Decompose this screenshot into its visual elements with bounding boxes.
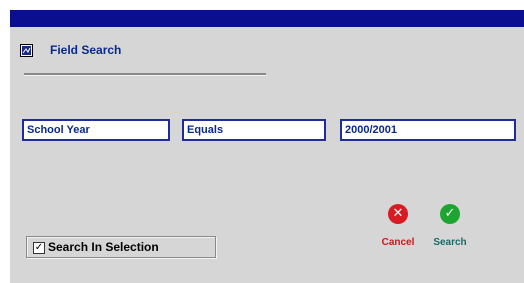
x-icon: ✕ [388,204,408,224]
header-divider [24,73,266,76]
field-search-dialog: Field Search School Year Equals 2000/200… [10,10,524,283]
search-in-selection-group: ✓ Search In Selection [26,236,216,258]
cancel-button[interactable]: ✕ Cancel [368,204,428,248]
search-in-selection-label: Search In Selection [48,240,159,254]
search-button[interactable]: ✓ Search [420,204,480,248]
cancel-button-label: Cancel [381,237,415,248]
operator-selector[interactable]: Equals [182,119,326,141]
search-in-selection-checkbox[interactable]: ✓ [33,242,45,254]
field-selector[interactable]: School Year [22,119,170,141]
search-button-label: Search [433,237,467,248]
value-input[interactable]: 2000/2001 [340,119,516,141]
checkmark-icon: ✓ [440,204,460,224]
page-title: Field Search [50,43,122,57]
title-bar [10,10,524,27]
field-search-icon [20,44,33,57]
